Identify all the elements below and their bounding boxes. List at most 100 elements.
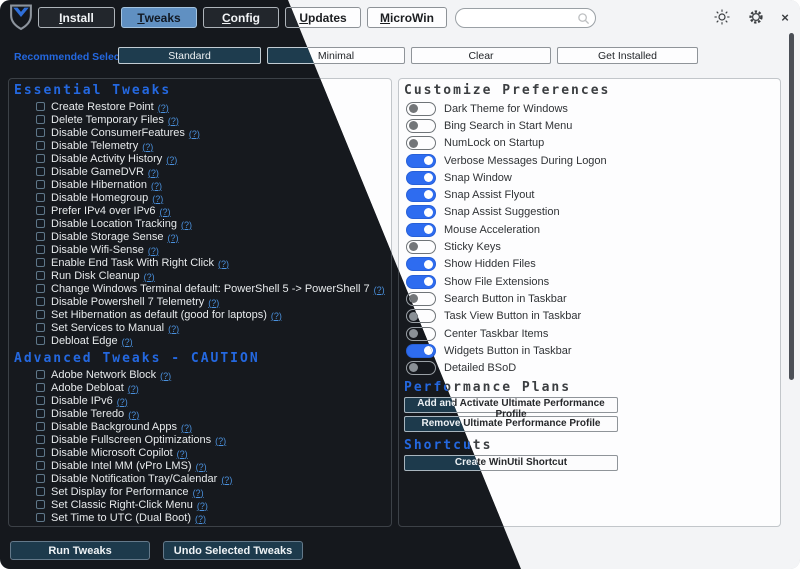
tweak-checkbox-row[interactable]: Disable Activity History(?) xyxy=(9,152,391,165)
tweak-checkbox-row[interactable]: Set Services to Manual(?) xyxy=(9,321,391,334)
help-link[interactable]: (?) xyxy=(193,488,204,498)
help-link[interactable]: (?) xyxy=(168,233,179,243)
tweak-checkbox-row[interactable]: Disable Homegroup(?) xyxy=(9,191,391,204)
nav-tab[interactable]: MicroWin xyxy=(367,7,447,28)
help-link[interactable]: (?) xyxy=(158,103,169,113)
checkbox[interactable] xyxy=(36,323,45,332)
help-link[interactable]: (?) xyxy=(160,371,171,381)
toggle-switch[interactable] xyxy=(406,275,436,289)
tweak-checkbox-row[interactable]: Disable Location Tracking(?) xyxy=(9,217,391,230)
checkbox[interactable] xyxy=(36,383,45,392)
recommended-preset-button[interactable]: Clear xyxy=(411,47,551,64)
checkbox[interactable] xyxy=(36,500,45,509)
tweak-checkbox-row[interactable]: Debloat Edge(?) xyxy=(9,334,391,347)
checkbox[interactable] xyxy=(36,232,45,241)
checkbox[interactable] xyxy=(36,370,45,379)
checkbox[interactable] xyxy=(36,310,45,319)
tweak-checkbox-row[interactable]: Disable Microsoft Copilot(?) xyxy=(9,446,391,459)
help-link[interactable]: (?) xyxy=(221,475,232,485)
help-link[interactable]: (?) xyxy=(177,449,188,459)
tweak-checkbox-row[interactable]: Disable Powershell 7 Telemetry(?) xyxy=(9,295,391,308)
help-link[interactable]: (?) xyxy=(117,397,128,407)
tweak-checkbox-row[interactable]: Set Hibernation as default (good for lap… xyxy=(9,308,391,321)
help-link[interactable]: (?) xyxy=(168,324,179,334)
nav-tab[interactable]: Install xyxy=(38,7,115,28)
tweak-checkbox-row[interactable]: Disable Wifi-Sense(?) xyxy=(9,243,391,256)
tweak-checkbox-row[interactable]: Delete Temporary Files(?) xyxy=(9,113,391,126)
checkbox[interactable] xyxy=(36,271,45,280)
checkbox[interactable] xyxy=(36,396,45,405)
checkbox[interactable] xyxy=(36,180,45,189)
nav-tab[interactable]: Config xyxy=(203,7,279,28)
help-link[interactable]: (?) xyxy=(215,436,226,446)
help-link[interactable]: (?) xyxy=(374,285,385,295)
toggle-switch[interactable] xyxy=(406,154,436,168)
settings-gear-icon[interactable] xyxy=(748,9,764,25)
tweak-checkbox-row[interactable]: Set Display for Performance(?) xyxy=(9,485,391,498)
vertical-scrollbar-thumb[interactable] xyxy=(789,33,794,380)
toggle-switch[interactable] xyxy=(406,188,436,202)
help-link[interactable]: (?) xyxy=(160,207,171,217)
nav-tab[interactable]: Tweaks xyxy=(121,7,197,28)
checkbox[interactable] xyxy=(36,193,45,202)
help-link[interactable]: (?) xyxy=(152,194,163,204)
toggle-switch[interactable] xyxy=(406,257,436,271)
checkbox[interactable] xyxy=(36,167,45,176)
checkbox[interactable] xyxy=(36,258,45,267)
checkbox[interactable] xyxy=(36,526,45,527)
checkbox[interactable] xyxy=(36,448,45,457)
help-link[interactable]: (?) xyxy=(318,527,329,528)
help-link[interactable]: (?) xyxy=(166,155,177,165)
tweak-checkbox-row[interactable]: Disable GameDVR(?) xyxy=(9,165,391,178)
checkbox[interactable] xyxy=(36,128,45,137)
checkbox[interactable] xyxy=(36,422,45,431)
tweak-checkbox-row[interactable]: Remove ALL MS Store Apps - NOT RECOMMEND… xyxy=(9,524,391,527)
tweak-checkbox-row[interactable]: Disable Notification Tray/Calendar(?) xyxy=(9,472,391,485)
help-link[interactable]: (?) xyxy=(151,181,162,191)
toggle-switch[interactable] xyxy=(406,136,436,150)
tweak-checkbox-row[interactable]: Adobe Network Block(?) xyxy=(9,368,391,381)
help-link[interactable]: (?) xyxy=(189,129,200,139)
help-link[interactable]: (?) xyxy=(271,311,282,321)
help-link[interactable]: (?) xyxy=(142,142,153,152)
checkbox[interactable] xyxy=(36,245,45,254)
tweak-checkbox-row[interactable]: Disable Intel MM (vPro LMS)(?) xyxy=(9,459,391,472)
help-link[interactable]: (?) xyxy=(168,116,179,126)
toggle-switch[interactable] xyxy=(406,240,436,254)
tweak-checkbox-row[interactable]: Disable Fullscreen Optimizations(?) xyxy=(9,433,391,446)
help-link[interactable]: (?) xyxy=(208,298,219,308)
checkbox[interactable] xyxy=(36,487,45,496)
tweak-checkbox-row[interactable]: Set Time to UTC (Dual Boot)(?) xyxy=(9,511,391,524)
run-tweaks-button[interactable]: Run Tweaks xyxy=(10,541,150,560)
help-link[interactable]: (?) xyxy=(181,423,192,433)
checkbox[interactable] xyxy=(36,219,45,228)
tweak-checkbox-row[interactable]: Disable Storage Sense(?) xyxy=(9,230,391,243)
toggle-switch[interactable] xyxy=(406,102,436,116)
tweak-checkbox-row[interactable]: Adobe Debloat(?) xyxy=(9,381,391,394)
help-link[interactable]: (?) xyxy=(122,337,133,347)
tweak-checkbox-row[interactable]: Disable ConsumerFeatures(?) xyxy=(9,126,391,139)
theme-toggle-sun-icon[interactable] xyxy=(714,9,730,25)
help-link[interactable]: (?) xyxy=(148,246,159,256)
tweak-checkbox-row[interactable]: Run Disk Cleanup(?) xyxy=(9,269,391,282)
checkbox[interactable] xyxy=(36,297,45,306)
checkbox[interactable] xyxy=(36,115,45,124)
help-link[interactable]: (?) xyxy=(195,514,206,524)
recommended-preset-button[interactable]: Standard xyxy=(118,47,261,64)
tweak-checkbox-row[interactable]: Disable Background Apps(?) xyxy=(9,420,391,433)
tweak-checkbox-row[interactable]: Enable End Task With Right Click(?) xyxy=(9,256,391,269)
help-link[interactable]: (?) xyxy=(148,168,159,178)
help-link[interactable]: (?) xyxy=(128,384,139,394)
help-link[interactable]: (?) xyxy=(196,462,207,472)
close-icon[interactable]: × xyxy=(777,9,793,25)
checkbox[interactable] xyxy=(36,102,45,111)
toggle-switch[interactable] xyxy=(406,361,436,375)
tweak-checkbox-row[interactable]: Disable Hibernation(?) xyxy=(9,178,391,191)
tweak-checkbox-row[interactable]: Prefer IPv4 over IPv6(?) xyxy=(9,204,391,217)
checkbox[interactable] xyxy=(36,141,45,150)
tweak-checkbox-row[interactable]: Set Classic Right-Click Menu (?) xyxy=(9,498,391,511)
tweak-checkbox-row[interactable]: Disable Teredo(?) xyxy=(9,407,391,420)
help-link[interactable]: (?) xyxy=(218,259,229,269)
toggle-switch[interactable] xyxy=(406,223,436,237)
checkbox[interactable] xyxy=(36,206,45,215)
